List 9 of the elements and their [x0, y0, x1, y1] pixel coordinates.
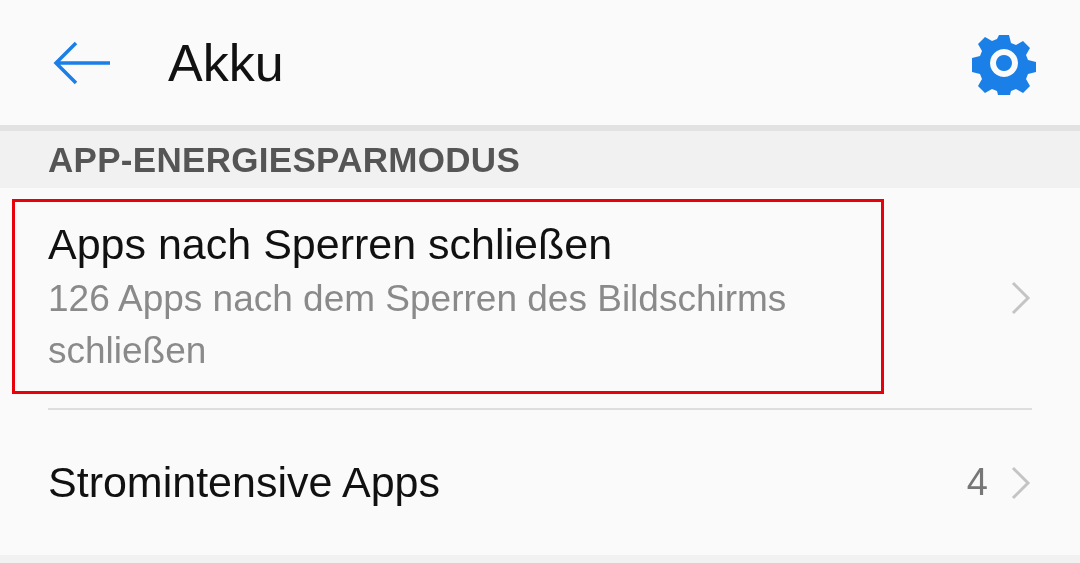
item-description: 126 Apps nach dem Sperren des Bildschirms schließen	[48, 276, 788, 373]
screen-title: Akku	[168, 32, 285, 93]
back-arrow-icon[interactable]	[52, 40, 112, 85]
chevron-icon	[1010, 280, 1032, 316]
item-title: Stromintensive Apps	[48, 458, 441, 507]
chevron-icon	[1010, 464, 1032, 501]
item-count: 4	[966, 461, 988, 504]
section-header: APP-ENERGIESPARMODUS	[48, 139, 521, 180]
item-title: Apps nach Sperren schließen	[48, 219, 614, 269]
